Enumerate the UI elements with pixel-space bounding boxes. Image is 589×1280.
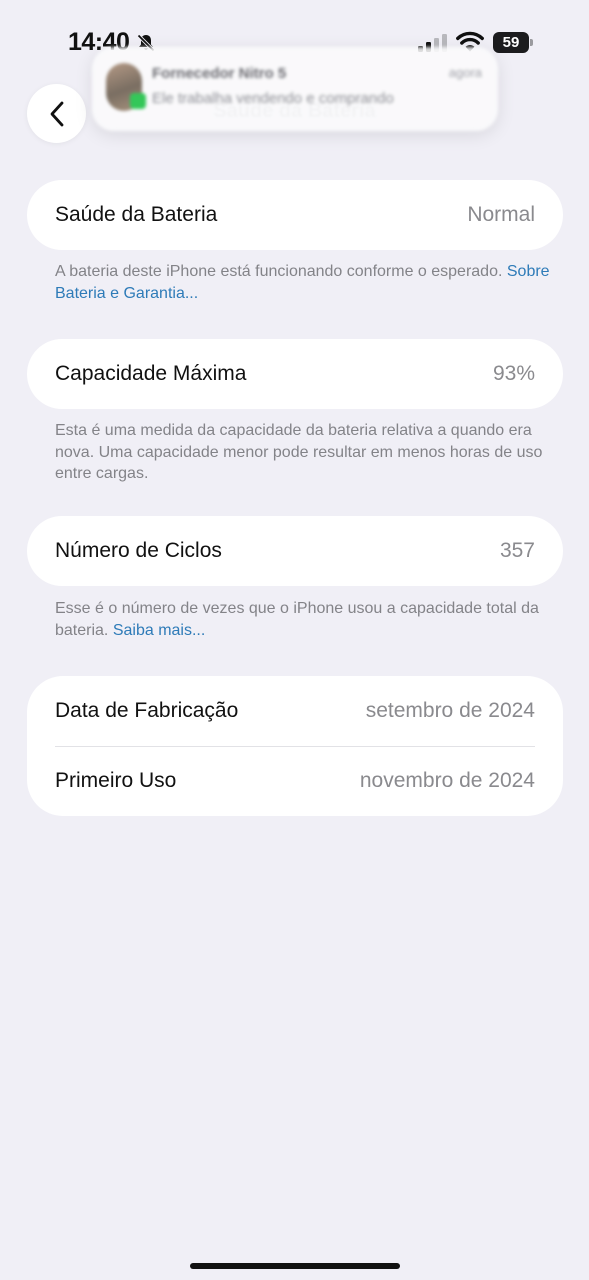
manufacture-date-label: Data de Fabricação	[55, 699, 239, 722]
back-button[interactable]	[27, 84, 86, 143]
battery-health-value: Normal	[467, 203, 535, 226]
cycle-count-footnote: Esse é o número de vezes que o iPhone us…	[55, 598, 555, 641]
battery-level: 59	[493, 32, 529, 53]
home-indicator[interactable]	[190, 1263, 400, 1269]
manufacture-date-row: Data de Fabricação setembro de 2024	[27, 676, 563, 747]
first-use-value: novembro de 2024	[359, 769, 535, 792]
max-capacity-row: Capacidade Máxima 93%	[27, 339, 563, 409]
notification-title: Fornecedor Nitro 5	[152, 65, 287, 82]
battery-health-footnote-text: A bateria deste iPhone está funcionando …	[55, 263, 503, 280]
battery-tip	[530, 39, 533, 46]
first-use-row: Primeiro Uso novembro de 2024	[27, 746, 563, 816]
max-capacity-value: 93%	[492, 362, 535, 385]
max-capacity-card: Capacidade Máxima 93%	[27, 339, 563, 409]
cycle-count-row: Número de Ciclos 357	[27, 516, 563, 586]
first-use-label: Primeiro Uso	[55, 769, 177, 792]
battery-health-footnote: A bateria deste iPhone está funcionando …	[55, 261, 555, 304]
notification-body: Ele trabalha vendendo e comprando	[152, 90, 394, 107]
cycle-count-value: 357	[499, 539, 535, 562]
chevron-left-icon	[50, 101, 63, 126]
cycle-count-card: Número de Ciclos 357	[27, 516, 563, 586]
battery-health-row: Saúde da Bateria Normal	[27, 180, 563, 250]
learn-more-link[interactable]: Saiba mais...	[113, 622, 205, 639]
battery-health-card: Saúde da Bateria Normal	[27, 180, 563, 250]
cycle-count-label: Número de Ciclos	[55, 539, 222, 562]
battery-health-label: Saúde da Bateria	[55, 203, 218, 226]
manufacture-date-value: setembro de 2024	[365, 699, 535, 722]
dates-card: Data de Fabricação setembro de 2024 Prim…	[27, 676, 563, 816]
notification-banner[interactable]: Fornecedor Nitro 5 Ele trabalha vendendo…	[92, 47, 498, 131]
notification-time: agora	[448, 65, 482, 80]
max-capacity-label: Capacidade Máxima	[55, 362, 247, 385]
app-badge-icon	[130, 93, 146, 109]
max-capacity-footnote: Esta é uma medida da capacidade da bater…	[55, 422, 543, 482]
battery-icon: 59	[493, 32, 533, 53]
